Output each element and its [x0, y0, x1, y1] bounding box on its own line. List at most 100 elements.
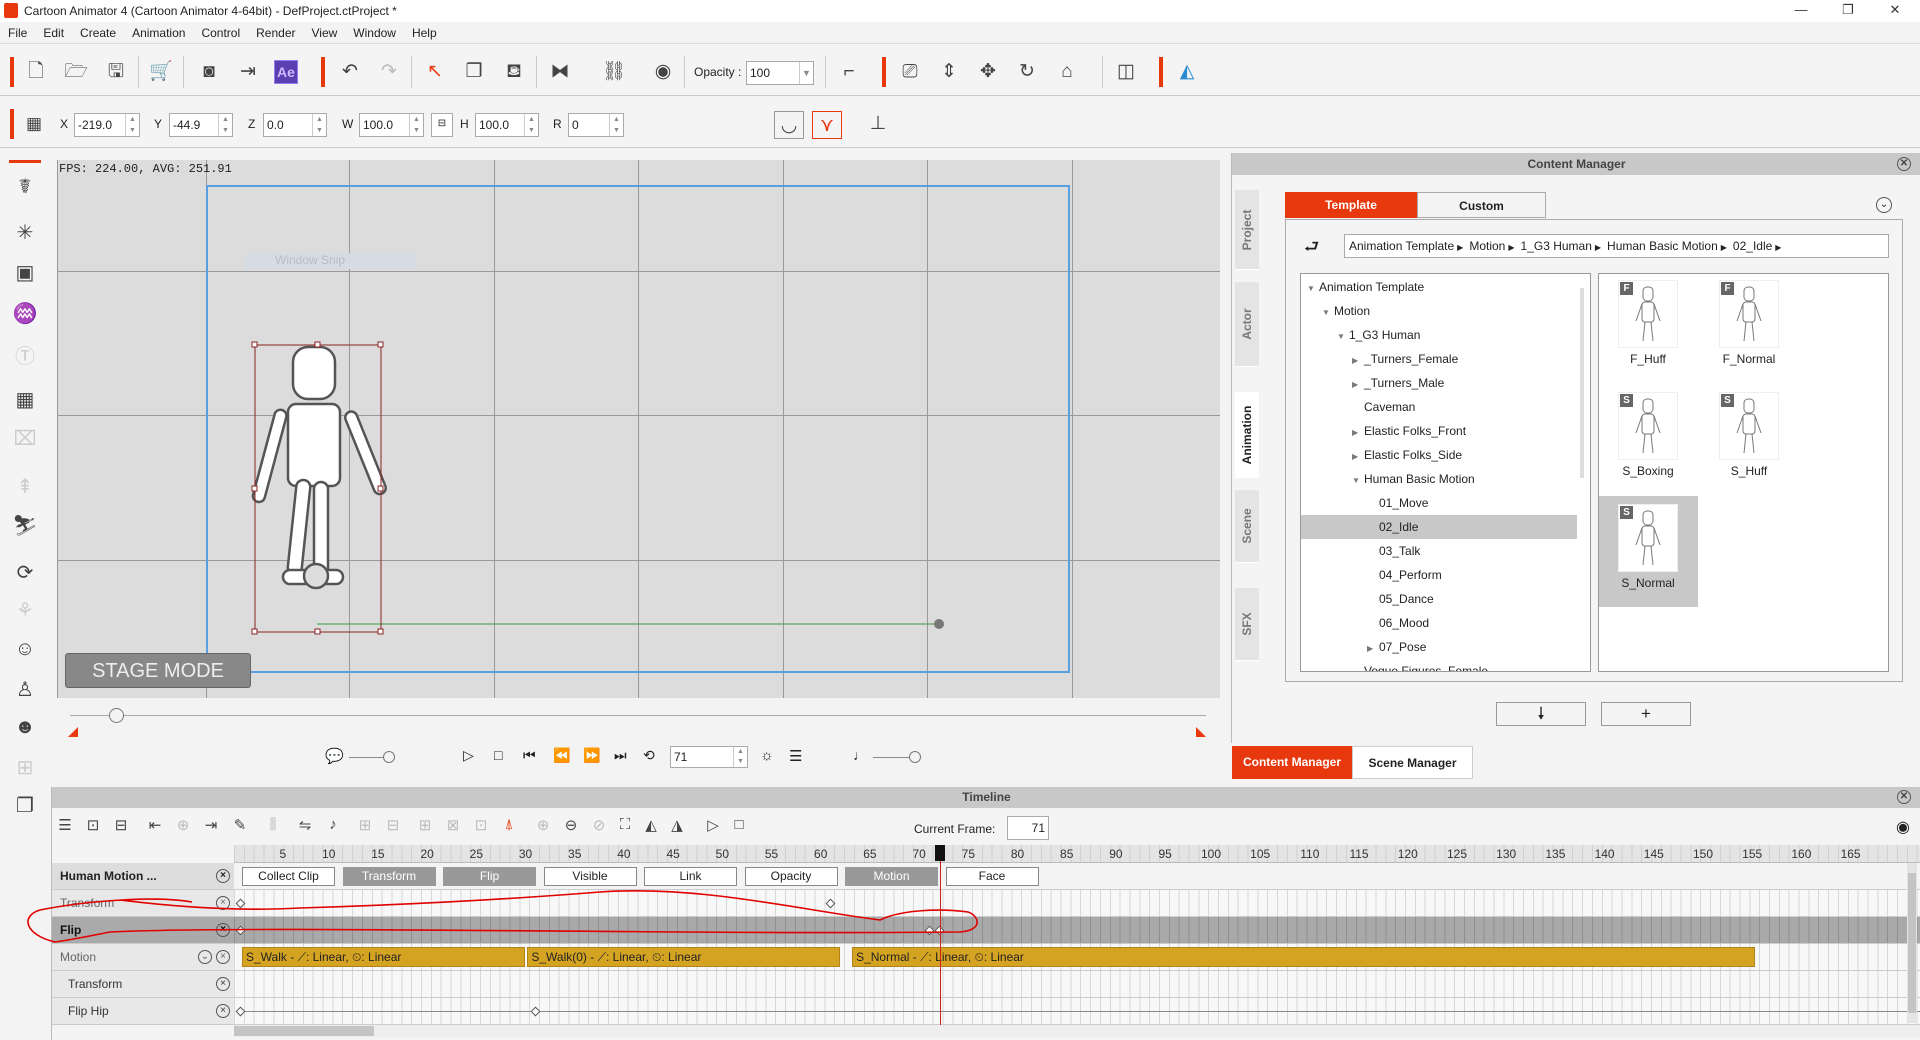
height-field[interactable]: 100.0 ▲ ▼: [475, 113, 539, 137]
move-vertical-icon[interactable]: ⇕: [935, 58, 963, 86]
tree-collapsed-icon[interactable]: ▶: [1367, 637, 1379, 661]
toggle-transform[interactable]: Transform: [342, 867, 436, 886]
select-arrow-icon[interactable]: ↖: [421, 58, 449, 86]
timeline-tool-icon-15[interactable]: ⊡: [468, 816, 494, 840]
ease-curve-icon[interactable]: ◡: [774, 111, 804, 139]
track-flip[interactable]: [234, 917, 1920, 944]
timeline-tool-icon-12[interactable]: ⊟: [380, 816, 406, 840]
camera-icon[interactable]: ⎚: [896, 58, 924, 86]
timeline-tool-icon-24[interactable]: □: [726, 816, 752, 840]
lock-ratio-button[interactable]: ⊟: [431, 113, 453, 137]
play-icon[interactable]: ▷: [463, 747, 474, 764]
apply-button[interactable]: 🠗: [1496, 702, 1586, 726]
next-frame-icon[interactable]: ⏩: [583, 747, 600, 764]
menu-file[interactable]: File: [0, 22, 35, 40]
last-frame-icon[interactable]: ⏭: [614, 747, 627, 764]
playhead[interactable]: [939, 845, 941, 1025]
remove-track-icon[interactable]: ×: [216, 950, 230, 964]
timeline-tool-icon-22[interactable]: ◮: [664, 816, 690, 840]
tool-icon-6[interactable]: ▦: [10, 387, 40, 415]
remove-track-icon[interactable]: ×: [216, 923, 230, 937]
track-transform[interactable]: [234, 890, 1920, 917]
tree-item[interactable]: ▼ Motion: [1301, 299, 1577, 323]
timeline-tool-icon-17[interactable]: ⊕: [530, 816, 556, 840]
side-tab-animation[interactable]: Animation: [1235, 392, 1259, 478]
tool-icon-3[interactable]: ▣: [10, 260, 40, 288]
motion-clip[interactable]: S_Walk - ⟋: Linear, ⏲: Linear: [242, 947, 526, 967]
tool-icon-13[interactable]: ♙: [10, 677, 40, 705]
remove-track-icon[interactable]: ×: [216, 977, 230, 991]
breadcrumb-item[interactable]: 1_G3 Human: [1521, 239, 1592, 253]
home-icon[interactable]: ⌂: [1053, 58, 1081, 86]
tree-item[interactable]: ▶ _Turners_Female: [1301, 347, 1577, 371]
toggle-link[interactable]: Link: [644, 867, 737, 886]
tree-item[interactable]: 04_Perform: [1301, 563, 1577, 587]
tree-expanded-icon[interactable]: ▼: [1322, 301, 1334, 325]
duplicate-icon[interactable]: ❐: [460, 58, 488, 86]
volume-knob[interactable]: [383, 751, 395, 763]
tree-collapsed-icon[interactable]: ▶: [1352, 421, 1364, 445]
timeline-tool-icon-1[interactable]: ☰: [52, 816, 78, 840]
tree-item[interactable]: ▶ 07_Pose: [1301, 635, 1577, 659]
tree-collapsed-icon[interactable]: ▶: [1352, 445, 1364, 469]
side-tab-sfx[interactable]: SFX: [1235, 588, 1259, 661]
tool-icon-14[interactable]: ☻: [10, 716, 40, 744]
frame-ruler[interactable]: 5 10 15 20 25 30 35 40 45 50 55 60 65 70 75 80 85 90 95 100…: [234, 845, 1920, 863]
anchor-icon[interactable]: ⌐: [835, 58, 863, 86]
tool-icon-15[interactable]: ⊞: [10, 755, 40, 783]
menu-control[interactable]: Control: [193, 22, 248, 40]
add-button[interactable]: +: [1601, 702, 1691, 726]
track-label[interactable]: Flip Hip ×: [52, 998, 234, 1025]
track-label[interactable]: Flip ×: [52, 917, 234, 944]
save-icon[interactable]: 🖫: [102, 58, 130, 86]
mirror-icon[interactable]: ◫: [1112, 58, 1140, 86]
frame-field[interactable]: 71 ▲ ▼: [670, 746, 748, 768]
toggle-opacity[interactable]: Opacity: [744, 867, 838, 886]
tree-expanded-icon[interactable]: ▼: [1307, 277, 1319, 301]
timeline-tool-icon-10[interactable]: ♪: [320, 816, 346, 840]
expand-chevron-icon[interactable]: ⌄: [198, 950, 212, 964]
tool-icon-1[interactable]: ☤: [10, 174, 40, 202]
tree-item[interactable]: ▼ Human Basic Motion: [1301, 467, 1577, 491]
stop-icon[interactable]: □: [494, 747, 502, 763]
keyframe[interactable]: [235, 1006, 246, 1017]
tree-expanded-icon[interactable]: ▼: [1352, 469, 1364, 493]
menu-animation[interactable]: Animation: [124, 22, 193, 40]
sharp-curve-icon[interactable]: ⋎: [812, 111, 842, 139]
toggle-face[interactable]: Face: [945, 867, 1039, 886]
previous-frame-icon[interactable]: ⏪: [553, 747, 570, 764]
playhead-handle[interactable]: [934, 845, 945, 861]
timeline-tool-icon-9[interactable]: ⇋: [292, 816, 318, 840]
side-tab-scene[interactable]: Scene: [1235, 490, 1259, 563]
tool-icon-5[interactable]: Ⓣ: [10, 340, 40, 368]
redo-icon[interactable]: ↷: [375, 58, 403, 86]
track-label[interactable]: Transform ×: [52, 890, 234, 917]
stage-viewport[interactable]: Window Snip FPS: 224.00, AVG: 251.91 STA…: [57, 160, 1220, 698]
breadcrumb-item[interactable]: Animation Template: [1349, 239, 1454, 253]
link-icon[interactable]: ⛓: [600, 58, 628, 86]
loop-icon[interactable]: ⟲: [643, 747, 655, 764]
menu-edit[interactable]: Edit: [35, 22, 72, 40]
range-start-marker[interactable]: [68, 727, 78, 737]
menu-help[interactable]: Help: [404, 22, 445, 40]
back-icon[interactable]: ⮐: [1304, 234, 1319, 263]
fill-icon[interactable]: ⛾: [500, 58, 528, 86]
tree-item[interactable]: ▶ _Turners_Male: [1301, 371, 1577, 395]
keyframe[interactable]: [235, 925, 246, 936]
restore-button[interactable]: ❐: [1833, 2, 1863, 18]
list-icon[interactable]: ☰: [789, 747, 802, 765]
keyframe[interactable]: [825, 898, 836, 909]
tree-item[interactable]: 01_Move: [1301, 491, 1577, 515]
tree-item[interactable]: Vogue Figures_Female: [1301, 659, 1577, 671]
rotation-field[interactable]: 0 ▲ ▼: [568, 113, 624, 137]
toggle-collect-clip[interactable]: Collect Clip: [242, 867, 335, 886]
tool-icon-10[interactable]: ⟳: [10, 560, 40, 588]
after-effects-button[interactable]: Ae: [274, 60, 298, 84]
timeline-tool-icon-5[interactable]: ⊕: [170, 816, 196, 840]
close-window-button[interactable]: ✕: [1880, 2, 1910, 18]
track-flip-hip[interactable]: [234, 998, 1920, 1025]
opacity-select[interactable]: 100 ▼: [746, 61, 814, 85]
tool-icon-4[interactable]: ♒: [10, 301, 40, 329]
tree-item[interactable]: ▶ Elastic Folks_Side: [1301, 443, 1577, 467]
menu-create[interactable]: Create: [72, 22, 124, 40]
